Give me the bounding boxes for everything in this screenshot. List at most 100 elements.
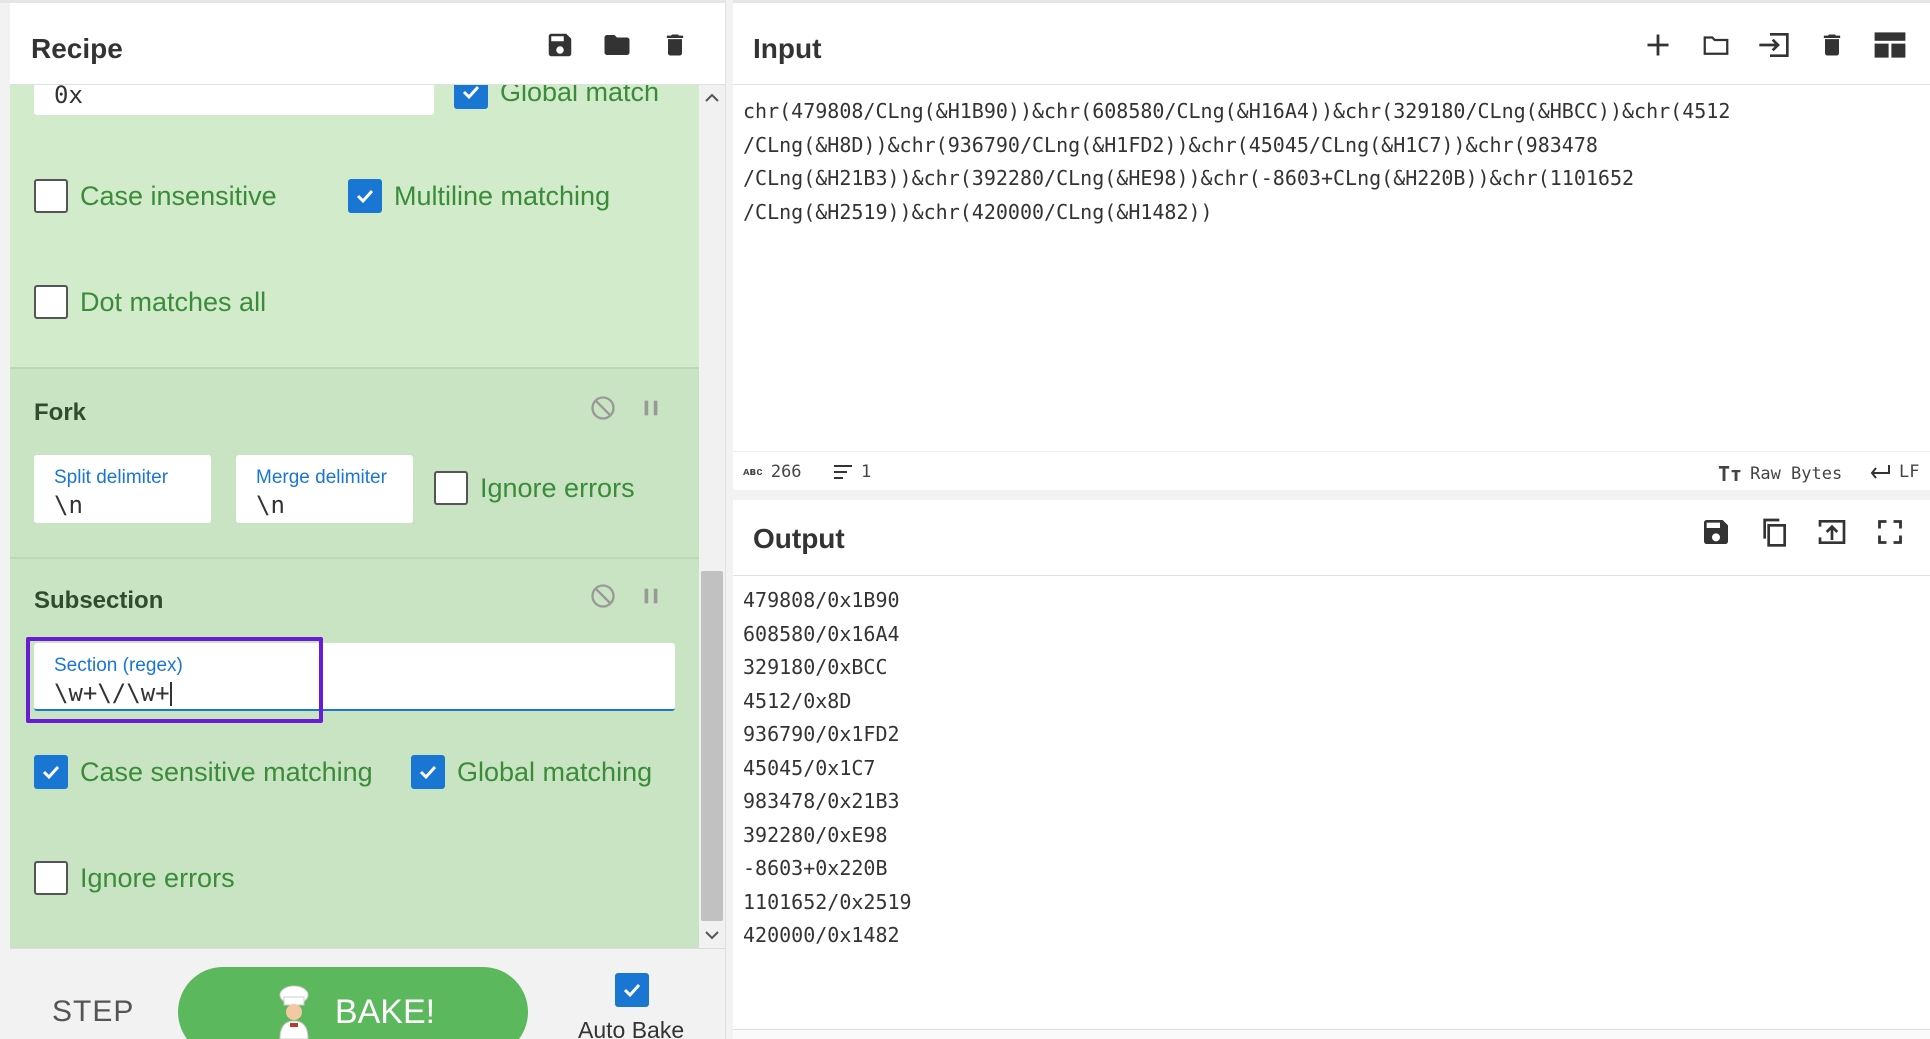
lines-icon <box>834 465 852 479</box>
return-icon <box>1870 465 1890 479</box>
checkbox-unchecked <box>34 861 68 895</box>
disable-icon[interactable] <box>586 391 620 425</box>
scroll-thumb[interactable] <box>701 571 723 921</box>
fork-ignore-errors-checkbox[interactable]: Ignore errors <box>434 471 635 505</box>
input-title: Input <box>753 33 822 64</box>
checkbox-checked <box>454 85 488 109</box>
case-insensitive-label: Case insensitive <box>80 180 277 211</box>
import-icon[interactable] <box>1756 27 1792 63</box>
output-line: 392280/0xE98 <box>743 822 888 847</box>
subsection-operation: Subsection Section (regex) \w+\/\w+ Case… <box>10 557 699 948</box>
checkbox-unchecked <box>34 285 68 319</box>
replace-input-icon[interactable] <box>1814 514 1850 550</box>
subsection-ignore-errors-label: Ignore errors <box>80 862 235 893</box>
folder-icon[interactable] <box>1698 27 1734 63</box>
subsection-ignore-errors-checkbox[interactable]: Ignore errors <box>34 861 235 895</box>
step-button[interactable]: STEP <box>52 995 134 1029</box>
recipe-header: Recipe <box>10 3 725 85</box>
eol-selector[interactable]: LF <box>1869 462 1919 482</box>
global-match-checkbox[interactable]: Global match <box>454 85 659 109</box>
merge-delimiter-label: Merge delimiter <box>256 467 387 488</box>
multiline-label: Multiline matching <box>394 180 611 211</box>
recipe-scrollbar[interactable] <box>699 85 725 948</box>
pause-icon[interactable] <box>634 391 668 425</box>
regex-operation: 0x Global match Case insensitive Multili… <box>10 85 699 367</box>
output-line: 1101652/0x2519 <box>743 889 912 914</box>
copy-icon[interactable] <box>1756 514 1792 550</box>
output-text[interactable]: 479808/0x1B90 608580/0x16A4 329180/0xBCC 45… <box>743 584 912 953</box>
fork-ignore-errors-label: Ignore errors <box>480 472 635 503</box>
input-header: Input <box>733 3 1930 85</box>
scroll-down-icon[interactable] <box>699 922 725 948</box>
encoding-selector[interactable]: Tт Raw Bytes <box>1718 462 1842 486</box>
pause-icon[interactable] <box>634 579 668 613</box>
output-line: 608580/0x16A4 <box>743 621 900 646</box>
recipe-panel: Recipe 0x Global match Case insensitive … <box>0 0 725 1039</box>
auto-bake-label: Auto Bake <box>578 1017 685 1039</box>
subsection-title: Subsection <box>34 587 164 614</box>
char-count-value: 266 <box>770 462 802 482</box>
focus-highlight <box>26 637 323 723</box>
recipe-operations-list: 0x Global match Case insensitive Multili… <box>10 85 699 948</box>
merge-delimiter-value: \n <box>256 491 285 519</box>
fork-operation: Fork Split delimiter \n Merge delimiter … <box>10 367 699 557</box>
line-count-value: 1 <box>861 462 872 482</box>
input-textarea[interactable]: chr(479808/CLng(&H1B90))&chr(608580/CLng… <box>743 95 1913 229</box>
global-matching-checkbox[interactable]: Global matching <box>411 755 652 789</box>
case-sensitive-label: Case sensitive matching <box>80 756 373 787</box>
multiline-checkbox[interactable]: Multiline matching <box>348 179 610 213</box>
io-resize-handle[interactable] <box>733 490 1930 500</box>
recipe-title: Recipe <box>31 33 123 64</box>
dot-matches-all-label: Dot matches all <box>80 286 267 317</box>
output-status-bar <box>733 1029 1930 1039</box>
checkbox-checked <box>348 179 382 213</box>
output-line: 420000/0x1482 <box>743 923 900 947</box>
disable-icon[interactable] <box>586 579 620 613</box>
merge-delimiter-field[interactable]: Merge delimiter \n <box>236 455 413 523</box>
regex-value: 0x <box>54 85 83 109</box>
trash-icon[interactable] <box>657 27 693 63</box>
recipe-controls: STEP BAKE! Auto Bake <box>10 948 725 1039</box>
folder-icon[interactable] <box>599 27 635 63</box>
panel-resize-handle[interactable] <box>725 0 733 1039</box>
regex-value-field[interactable]: 0x <box>34 85 434 115</box>
split-delimiter-value: \n <box>54 491 83 519</box>
split-delimiter-label: Split delimiter <box>54 467 169 488</box>
output-line: 45045/0x1C7 <box>743 755 876 780</box>
case-sensitive-checkbox[interactable]: Case sensitive matching <box>34 755 373 789</box>
output-line: 983478/0x21B3 <box>743 789 900 813</box>
output-panel: Output 479808/0x1B90 608580/0x16A4 329180/… <box>733 500 1930 1039</box>
scroll-up-icon[interactable] <box>699 85 725 111</box>
checkbox-checked <box>34 755 68 789</box>
global-matching-label: Global matching <box>457 756 653 787</box>
checkbox-checked <box>411 755 445 789</box>
encoding-value: Raw Bytes <box>1750 464 1843 484</box>
line-count: 1 <box>833 462 871 482</box>
case-insensitive-checkbox[interactable]: Case insensitive <box>34 179 277 213</box>
text-size-icon: Tт <box>1718 462 1743 486</box>
char-count: ᴀʙᴄ 266 <box>743 462 802 482</box>
output-line: 479808/0x1B90 <box>743 588 900 612</box>
fullscreen-icon[interactable] <box>1872 514 1908 550</box>
layout-icon[interactable] <box>1872 27 1908 63</box>
checkbox-unchecked <box>434 471 468 505</box>
output-line: 329180/0xBCC <box>743 655 888 679</box>
split-delimiter-field[interactable]: Split delimiter \n <box>34 455 211 523</box>
output-line: 936790/0x1FD2 <box>743 722 900 746</box>
trash-icon[interactable] <box>1814 27 1850 63</box>
output-title: Output <box>753 523 845 554</box>
input-status-bar: ᴀʙᴄ 266 1 Tт Raw Bytes LF <box>733 451 1930 493</box>
checkbox-unchecked <box>34 179 68 213</box>
output-line: -8603+0x220B <box>743 856 888 880</box>
bake-button[interactable]: BAKE! <box>178 967 528 1039</box>
output-line: 4512/0x8D <box>743 688 852 713</box>
save-icon[interactable] <box>542 27 578 63</box>
chef-icon <box>279 985 309 1039</box>
input-panel: Input chr(479808/CLng(&H1B90))&chr(60858… <box>733 0 1930 493</box>
save-icon[interactable] <box>1698 514 1734 550</box>
plus-icon[interactable] <box>1640 27 1676 63</box>
auto-bake-checkbox[interactable] <box>615 973 649 1007</box>
dot-matches-all-checkbox[interactable]: Dot matches all <box>34 285 266 319</box>
fork-title: Fork <box>34 399 87 426</box>
abc-icon: ᴀʙᴄ <box>743 465 763 478</box>
